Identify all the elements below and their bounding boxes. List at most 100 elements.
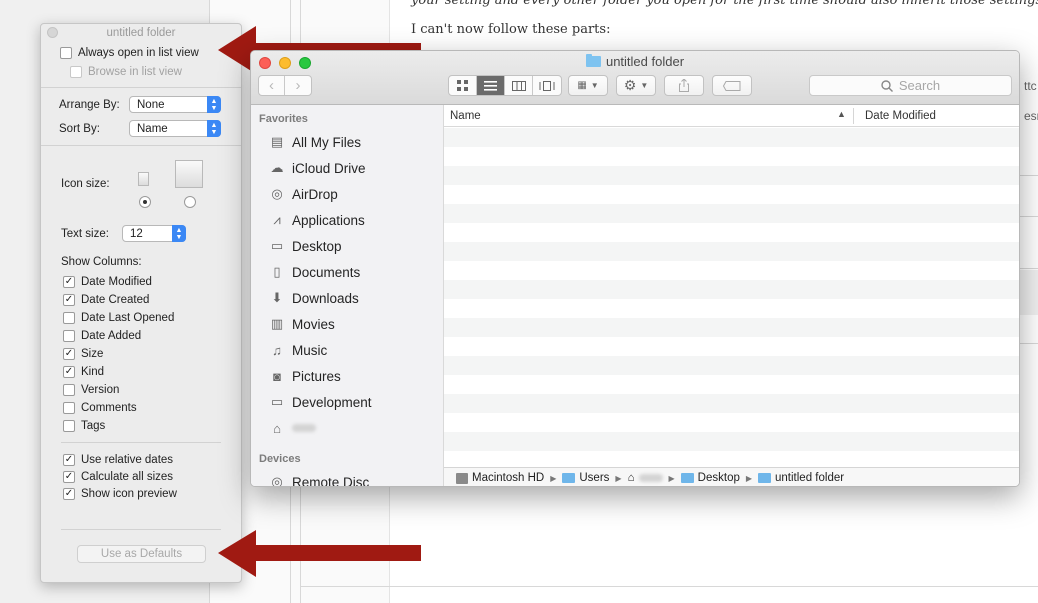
path-bar: Macintosh HD ▶ Users ▶ ⌂ ▶ Desktop ▶ untitled fo… [444, 467, 1019, 486]
column-option-checkbox[interactable] [63, 420, 75, 432]
background-rule [1020, 268, 1038, 269]
sidebar-item-label: Applications [292, 212, 365, 228]
close-button[interactable] [47, 27, 58, 38]
column-divider[interactable] [853, 108, 854, 124]
empty-row [444, 261, 1019, 280]
sidebar-device-item[interactable]: ◎ Remote Disc [268, 471, 369, 486]
column-option-row[interactable]: Version [63, 384, 263, 396]
date-modified-column-header[interactable]: Date Modified [865, 110, 936, 122]
column-option-checkbox[interactable] [63, 402, 75, 414]
column-view-button[interactable] [505, 76, 533, 95]
sidebar-item[interactable]: ▯ Documents [268, 261, 360, 283]
sidebar-item[interactable]: ⬇ Downloads [268, 287, 359, 309]
icon-size-large-radio[interactable] [184, 196, 196, 208]
sidebar-item[interactable]: ☁ iCloud Drive [268, 157, 366, 179]
sort-by-select[interactable]: Name ▲ ▼ [129, 120, 221, 137]
sidebar-item-home[interactable]: ⌂ [268, 417, 316, 439]
sidebar-item[interactable]: ◎ AirDrop [268, 183, 338, 205]
sidebar-item-label: Documents [292, 264, 361, 280]
arrange-button[interactable]: ▦ ▼ [568, 75, 608, 96]
empty-row [444, 413, 1019, 432]
path-item-label[interactable]: Macintosh HD [472, 472, 544, 484]
column-option-checkbox[interactable]: ✓ [63, 348, 75, 360]
column-option-checkbox[interactable] [63, 312, 75, 324]
sidebar-item[interactable]: ▤ All My Files [268, 131, 361, 153]
column-option-label: Date Added [81, 330, 142, 342]
chevron-down-icon: ▼ [640, 81, 649, 90]
arrange-by-select[interactable]: None ▲ ▼ [129, 96, 221, 113]
back-forward-buttons: ‹ › [258, 75, 312, 96]
column-option-row[interactable]: ✓ Kind [63, 366, 263, 378]
display-option-checkbox[interactable]: ✓ [63, 488, 75, 500]
arrange-by-row: Arrange By: None ▲ ▼ [59, 96, 259, 113]
column-option-row[interactable]: ✓ Date Modified [63, 276, 263, 288]
column-option-row[interactable]: ✓ Date Created [63, 294, 263, 306]
window-title: untitled folder [251, 54, 1019, 69]
sidebar-item[interactable]: ⩘ Applications [268, 209, 365, 231]
tags-button[interactable] [712, 75, 752, 96]
empty-row [444, 318, 1019, 337]
sidebar-item-label: AirDrop [292, 186, 338, 202]
empty-row [444, 242, 1019, 261]
column-option-row[interactable]: ✓ Size [63, 348, 263, 360]
sidebar-item[interactable]: ♫ Music [268, 339, 327, 361]
grid-icon [457, 80, 468, 91]
share-icon [679, 79, 689, 92]
column-option-label: Date Created [81, 294, 150, 306]
arrange-by-label: Arrange By: [59, 98, 120, 111]
divider [61, 442, 221, 443]
action-button[interactable]: ⚙ ▼ [616, 75, 656, 96]
empty-row [444, 147, 1019, 166]
sidebar-item[interactable]: ▭ Desktop [268, 235, 342, 257]
path-item-label[interactable]: Users [579, 472, 609, 484]
display-option-checkbox[interactable]: ✓ [63, 471, 75, 483]
display-option-row[interactable]: ✓ Use relative dates [63, 454, 263, 466]
background-rule-bottom [300, 586, 1038, 587]
empty-row [444, 299, 1019, 318]
display-option-row[interactable]: ✓ Calculate all sizes [63, 471, 263, 483]
icon-size-small-radio[interactable] [139, 196, 151, 208]
display-option-row[interactable]: ✓ Show icon preview [63, 488, 263, 500]
search-field[interactable]: Search [809, 75, 1012, 96]
forward-button[interactable]: › [285, 76, 311, 95]
path-item-label[interactable]: untitled folder [775, 472, 844, 484]
column-option-checkbox[interactable]: ✓ [63, 276, 75, 288]
background-rule [1020, 343, 1038, 344]
column-option-label: Size [81, 348, 104, 360]
back-button[interactable]: ‹ [259, 76, 285, 95]
column-option-checkbox[interactable] [63, 330, 75, 342]
use-as-defaults-button[interactable]: Use as Defaults [77, 545, 206, 563]
finder-sidebar: Favorites ▤ All My Files ☁ iCloud Drive ◎ Air… [251, 105, 444, 486]
view-mode-buttons [448, 75, 562, 96]
background-edge-text: ttc [1024, 79, 1037, 93]
list-view-button[interactable] [477, 76, 505, 95]
empty-row [444, 337, 1019, 356]
background-text-line2: I can't now follow these parts: [411, 22, 611, 37]
path-item-label[interactable]: Desktop [698, 472, 740, 484]
icon-size-label: Icon size: [61, 178, 110, 190]
column-option-checkbox[interactable]: ✓ [63, 294, 75, 306]
share-button[interactable] [664, 75, 704, 96]
text-size-value: 12 [130, 227, 143, 240]
column-option-row[interactable]: Date Added [63, 330, 263, 342]
sidebar-item[interactable]: ▭ Development [268, 391, 372, 413]
icloud-icon: ☁ [270, 160, 284, 175]
icon-view-button[interactable] [449, 76, 477, 95]
sidebar-item[interactable]: ◙ Pictures [268, 365, 341, 387]
column-option-row[interactable]: Comments [63, 402, 263, 414]
sidebar-item[interactable]: ▥ Movies [268, 313, 335, 335]
text-size-select[interactable]: 12 ▲ ▼ [122, 225, 186, 242]
cover-flow-button[interactable] [533, 76, 561, 95]
column-option-row[interactable]: Date Last Opened [63, 312, 263, 324]
column-option-label: Date Last Opened [81, 312, 175, 324]
always-open-list-checkbox[interactable] [60, 47, 72, 59]
name-column-header[interactable]: Name [450, 110, 481, 122]
browse-list-label: Browse in list view [88, 66, 182, 78]
all-files-icon: ▤ [270, 134, 284, 149]
redacted-username [292, 424, 316, 432]
display-option-checkbox[interactable]: ✓ [63, 454, 75, 466]
column-option-checkbox[interactable] [63, 384, 75, 396]
column-option-row[interactable]: Tags [63, 420, 263, 432]
background-rule [1020, 175, 1038, 176]
column-option-checkbox[interactable]: ✓ [63, 366, 75, 378]
